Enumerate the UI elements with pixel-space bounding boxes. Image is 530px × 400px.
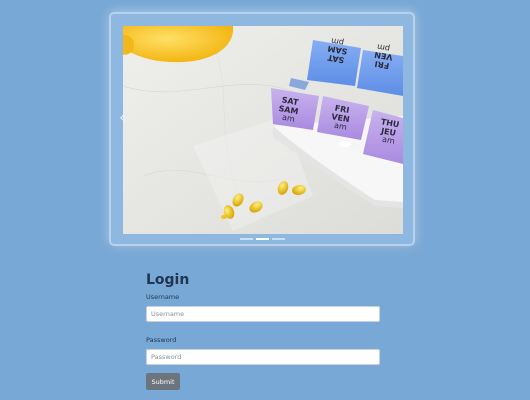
carousel-indicator-2[interactable] (255, 238, 269, 240)
username-label: Username (146, 293, 180, 301)
image-carousel[interactable]: SAT SAM pm FRI VEN pm SAT SAM am FRI VEN (109, 12, 415, 246)
carousel-slide-image: SAT SAM pm FRI VEN pm SAT SAM am FRI VEN (123, 26, 403, 234)
carousel-indicators (111, 236, 413, 242)
chevron-left-icon[interactable]: ‹ (115, 108, 129, 128)
login-title: Login (146, 272, 190, 288)
carousel-indicator-1[interactable] (239, 238, 253, 240)
password-label: Password (146, 336, 177, 344)
password-input[interactable] (146, 349, 380, 365)
login-form: Login Username Password Submit (146, 270, 380, 390)
carousel-indicator-3[interactable] (271, 238, 285, 240)
username-input[interactable] (146, 306, 380, 322)
submit-button[interactable]: Submit (146, 373, 180, 390)
